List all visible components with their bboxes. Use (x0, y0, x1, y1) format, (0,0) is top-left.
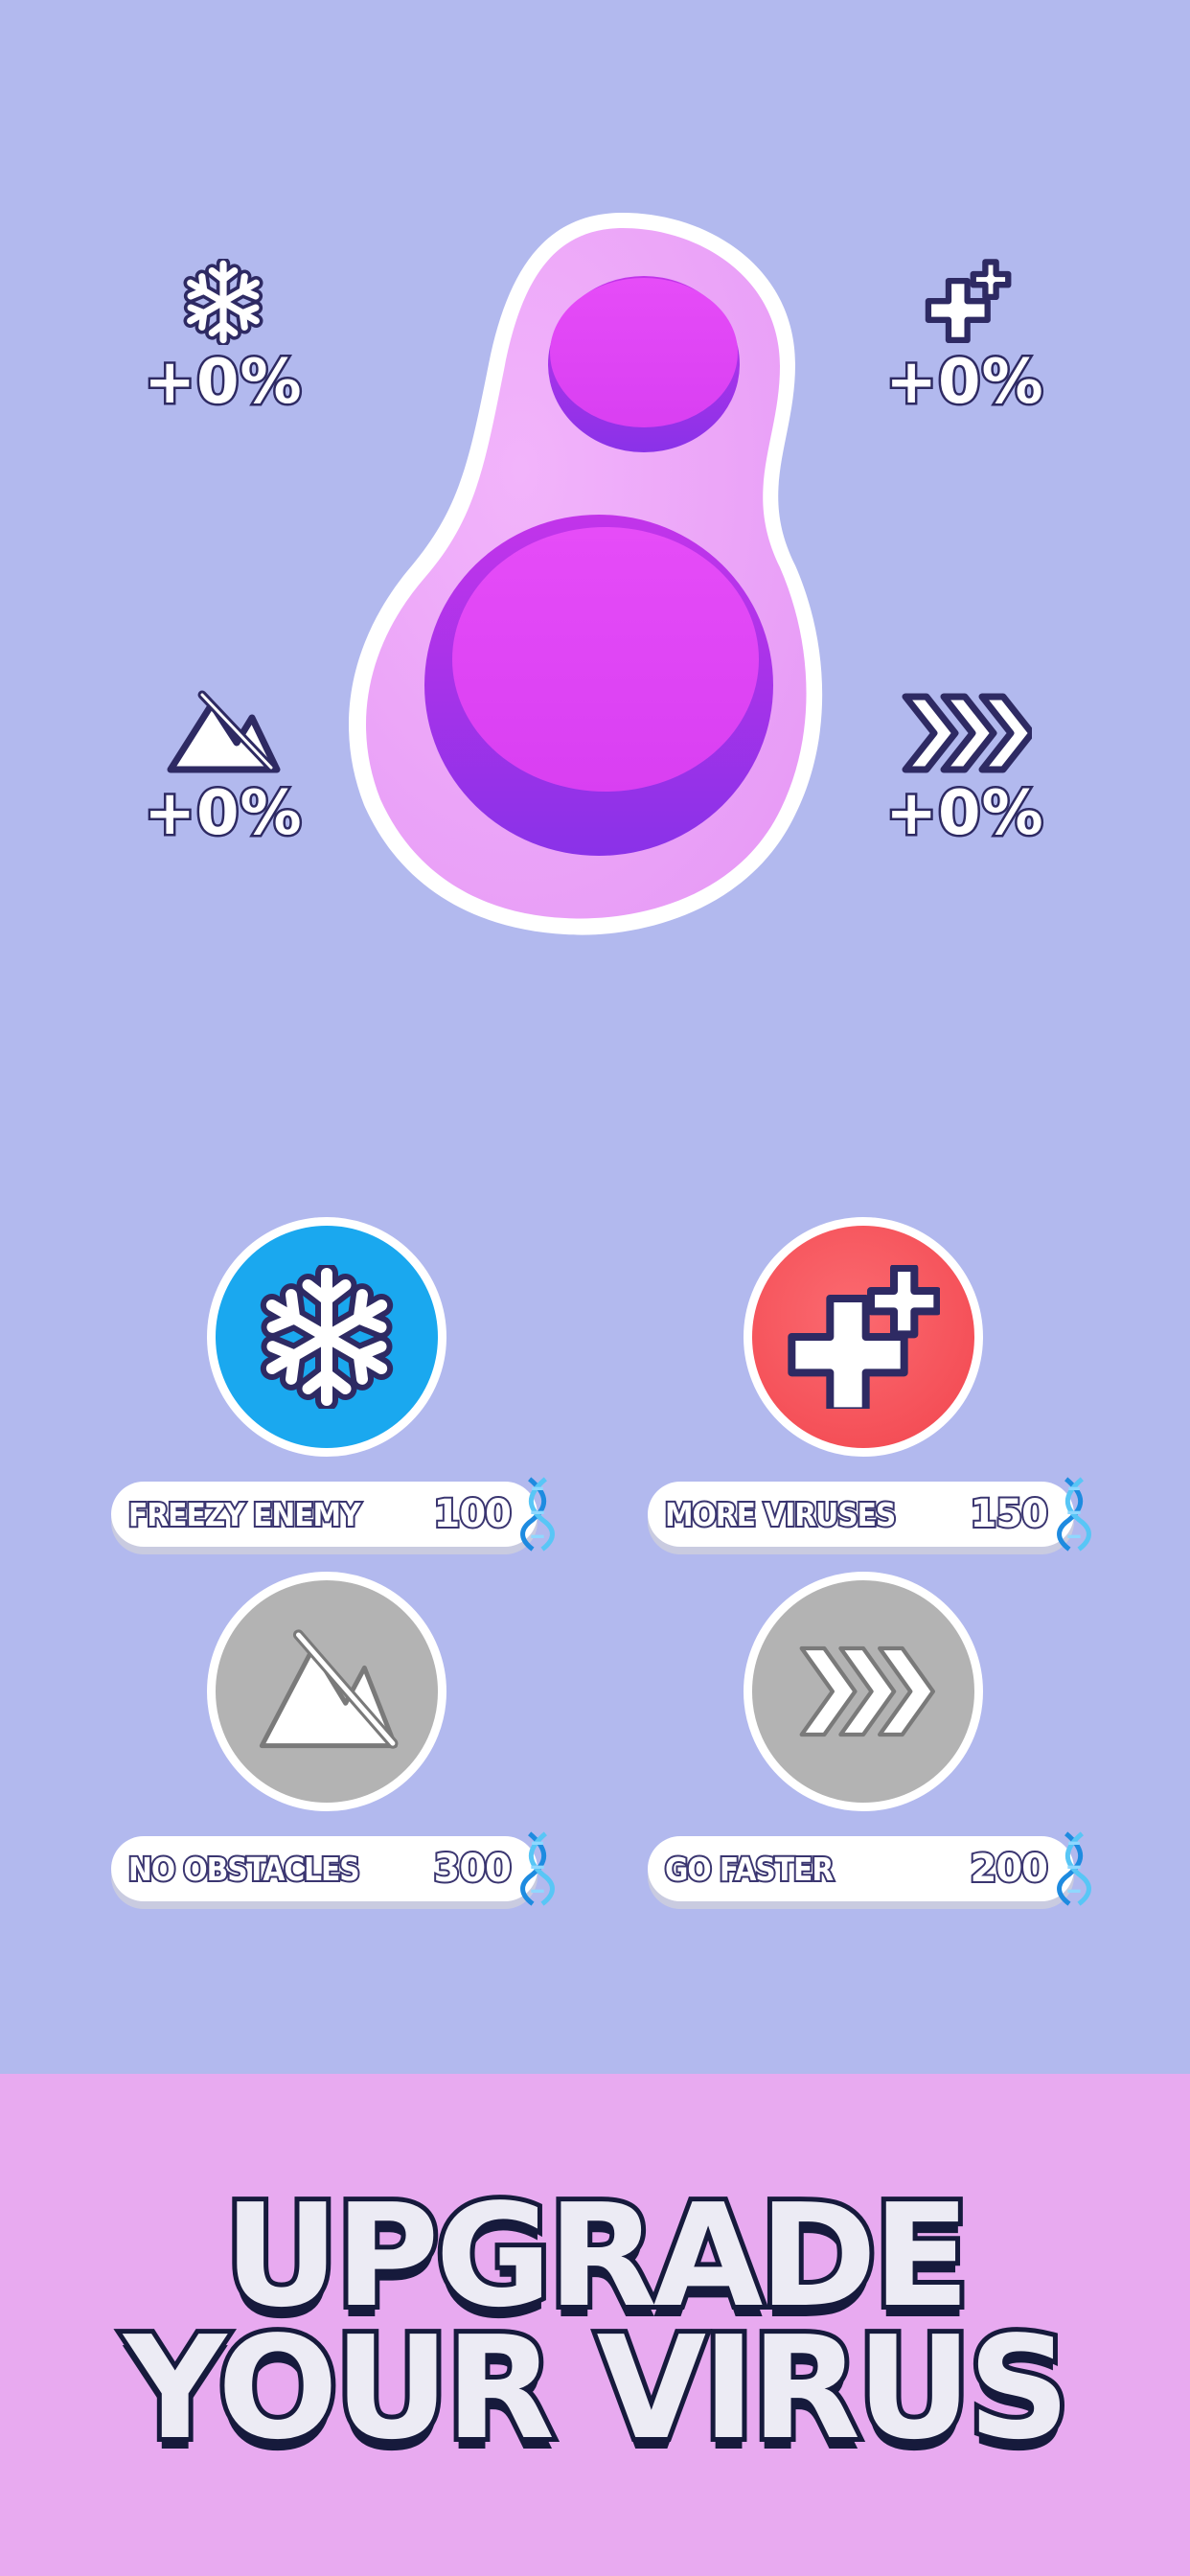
freeze-stat-value: +0% (142, 345, 304, 421)
upgrade-price: 150 (969, 1490, 1050, 1538)
no-obstacles-label[interactable]: NO OBSTACLES 300 (111, 1836, 538, 1901)
headline-line-2: YOUR VIRUS (119, 2306, 1075, 2471)
virus-character (349, 213, 823, 935)
dna-icon (1053, 1476, 1095, 1552)
mountain-icon (167, 690, 281, 773)
viruses-stat: +0% (869, 259, 1061, 421)
go-faster-button[interactable] (744, 1572, 983, 1811)
plus-icon (917, 259, 1013, 345)
snowflake-icon (180, 259, 266, 345)
more-viruses-button[interactable] (744, 1217, 983, 1457)
more-viruses-label[interactable]: MORE VIRUSES 150 (648, 1482, 1074, 1547)
go-faster-label[interactable]: GO FASTER 200 (648, 1836, 1074, 1901)
obstacles-stat: +0% (127, 690, 319, 852)
chevrons-icon (902, 693, 1032, 773)
upgrade-price: 100 (432, 1490, 514, 1538)
chevrons-icon (799, 1645, 935, 1737)
upgrade-name: FREEZY ENEMY (126, 1494, 363, 1535)
obstacles-stat-value: +0% (142, 776, 304, 852)
freezy-enemy-label[interactable]: FREEZY ENEMY 100 (111, 1482, 538, 1547)
dna-icon (516, 1830, 559, 1907)
upgrade-name: MORE VIRUSES (663, 1494, 898, 1535)
mountain-icon (259, 1629, 399, 1749)
speed-stat-value: +0% (883, 776, 1045, 852)
freezy-enemy-button[interactable] (207, 1217, 446, 1457)
game-screen: +0% +0% +0% +0% FREEZY ENEMY 100 MORE VI… (0, 0, 1190, 2576)
viruses-stat-value: +0% (883, 345, 1045, 421)
snowflake-icon (255, 1265, 399, 1409)
upgrade-price: 300 (432, 1845, 514, 1893)
no-obstacles-button[interactable] (207, 1572, 446, 1811)
speed-stat: +0% (869, 690, 1061, 852)
upgrade-price: 200 (969, 1845, 1050, 1893)
upgrade-name: GO FASTER (663, 1849, 835, 1890)
dna-icon (516, 1476, 559, 1552)
dna-icon (1053, 1830, 1095, 1907)
freeze-stat: +0% (127, 259, 319, 421)
plus-icon (787, 1265, 940, 1409)
upgrade-name: NO OBSTACLES (126, 1849, 362, 1890)
